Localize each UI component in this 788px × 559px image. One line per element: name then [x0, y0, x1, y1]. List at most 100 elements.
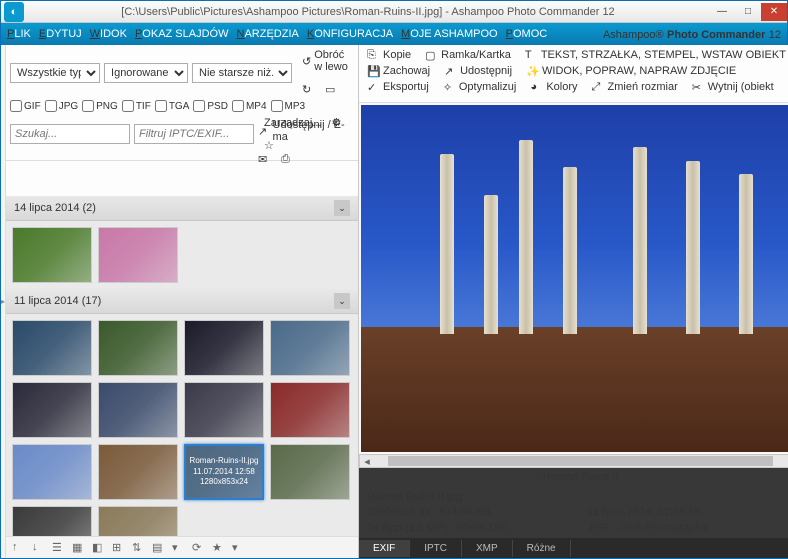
- format-gif-checkbox[interactable]: GIF: [10, 100, 41, 112]
- resize-button[interactable]: ⤢Zmień rozmiar: [592, 81, 678, 93]
- age-filter-select[interactable]: Nie starsze niż...: [192, 63, 292, 83]
- menu-pokaz slajdów[interactable]: POKAZ SLAJDÓW: [135, 28, 229, 40]
- preview-scrollbar[interactable]: ◂ ▸: [359, 454, 788, 468]
- menu-moje ashampoo[interactable]: MOJE ASHAMPOO: [401, 28, 498, 40]
- share-email-button[interactable]: ↗Udostępnij / E-ma: [258, 119, 350, 143]
- print-icon[interactable]: ⎙: [281, 153, 294, 166]
- minimize-button[interactable]: —: [709, 3, 735, 21]
- share2-icon: ↗: [444, 65, 456, 77]
- brand-label: Ashampoo® Photo Commander 12: [603, 27, 781, 41]
- rotate-left-button[interactable]: ↺Obróć w lewo: [302, 49, 354, 73]
- column-shape: [633, 147, 647, 334]
- text-icon: T: [525, 49, 537, 61]
- crop-button[interactable]: ✂Wytnij (obiekt: [692, 81, 774, 93]
- nav-down-icon[interactable]: ↓: [32, 541, 46, 555]
- thumbnail[interactable]: Roman-Ruins-II.jpg11.07.2014 12:581280x8…: [184, 444, 264, 500]
- resize-icon: ⤢: [592, 81, 604, 93]
- thumbnail[interactable]: [270, 320, 350, 376]
- menu-widok[interactable]: WIDOK: [90, 28, 127, 40]
- group-icon[interactable]: ▤: [152, 541, 166, 555]
- fav-icon[interactable]: ★: [212, 541, 226, 555]
- menu-narzędzia[interactable]: NARZĘDZIA: [236, 28, 298, 40]
- optimize-icon: ✧: [443, 81, 455, 93]
- view-fix-button[interactable]: ✨WIDOK, POPRAW, NAPRAW ZDJĘCIE: [526, 65, 736, 77]
- tab-xmp[interactable]: XMP: [462, 540, 513, 557]
- thumbnail[interactable]: [12, 382, 92, 438]
- slider-icon[interactable]: ◧: [92, 541, 106, 555]
- thumbnail[interactable]: [12, 444, 92, 500]
- group-title: 11 lipca 2014 (17): [14, 295, 101, 307]
- format-png-checkbox[interactable]: PNG: [82, 100, 118, 112]
- thumbnail[interactable]: [184, 320, 264, 376]
- preview-wall: [361, 327, 788, 452]
- tab-misc[interactable]: Różne: [513, 540, 571, 557]
- format-tif-checkbox[interactable]: TIF: [122, 100, 151, 112]
- ignore-filter-select[interactable]: Ignorowane: [104, 63, 188, 83]
- tab-iptc[interactable]: IPTC: [410, 540, 462, 557]
- column-shape: [739, 174, 753, 334]
- thumbnail[interactable]: [98, 382, 178, 438]
- thumbnail[interactable]: [98, 444, 178, 500]
- menu-edytuj[interactable]: EDYTUJ: [39, 28, 82, 40]
- format-tga-checkbox[interactable]: TGA: [155, 100, 190, 112]
- group-header-1[interactable]: 14 lipca 2014 (2) ⌄: [6, 196, 358, 221]
- menu-plik[interactable]: PLIK: [7, 28, 31, 40]
- export-icon: ✓: [367, 81, 379, 93]
- menu-pomoc[interactable]: POMOC: [506, 28, 548, 40]
- collapse-icon[interactable]: ⌄: [334, 293, 350, 309]
- wand-icon: ✨: [526, 65, 538, 77]
- view-grid-icon[interactable]: ▦: [72, 541, 86, 555]
- type-filter-select[interactable]: Wszystkie typy: [10, 63, 100, 83]
- close-button[interactable]: ✕: [761, 3, 787, 21]
- zoom-icon[interactable]: ⊞: [112, 541, 126, 555]
- format-mp4-checkbox[interactable]: MP4: [232, 100, 267, 112]
- nav-up-icon[interactable]: ↑: [12, 541, 26, 555]
- thumbnail[interactable]: [270, 444, 350, 500]
- refresh-icon[interactable]: ⟳: [192, 541, 206, 555]
- share-button[interactable]: ↗Udostępnij: [444, 65, 512, 77]
- tab-exif[interactable]: EXIF: [359, 540, 410, 557]
- thumbnail[interactable]: [12, 320, 92, 376]
- export-button[interactable]: ✓Eksportuj: [367, 81, 429, 93]
- menu-konfiguracja[interactable]: KONFIGURACJA: [307, 28, 393, 40]
- frame-icon: ▢: [425, 49, 437, 61]
- thumbnail[interactable]: [184, 382, 264, 438]
- maximize-button[interactable]: □: [735, 3, 761, 21]
- format-psd-checkbox[interactable]: PSD: [193, 100, 228, 112]
- sort-icon[interactable]: ⇅: [132, 541, 146, 555]
- thumbnail[interactable]: [98, 506, 178, 536]
- metadata-tabs: EXIF IPTC XMP Różne: [359, 538, 788, 558]
- thumbnail[interactable]: [98, 227, 178, 283]
- text-tools-button[interactable]: TTEKST, STRZAŁKA, STEMPEL, WSTAW OBIEKT: [525, 49, 786, 61]
- info-bar: Roman-Ruins-II.jpg 1280x853 px 674.54 KB…: [359, 486, 788, 538]
- colors-icon: ◕: [530, 81, 542, 93]
- crop-icon: ✂: [692, 81, 704, 93]
- format-mp3-checkbox[interactable]: MP3: [271, 100, 306, 112]
- collapse-icon[interactable]: ⌄: [334, 200, 350, 216]
- copy-button[interactable]: ⎘Kopie: [367, 49, 411, 61]
- group-header-2[interactable]: 11 lipca 2014 (17) ⌄: [6, 289, 358, 314]
- mail-icon[interactable]: ✉: [258, 153, 271, 166]
- column-shape: [484, 195, 498, 334]
- meta-col-1: Roman-Ruins-II.jpg 1280x853 px 674.54 KB…: [359, 486, 579, 538]
- frame-button[interactable]: ▢Ramka/Kartka: [425, 49, 511, 61]
- thumbnail[interactable]: [12, 506, 92, 536]
- rotate-right-icon[interactable]: ↻: [302, 83, 315, 96]
- image-preview[interactable]: [361, 105, 788, 452]
- save-button[interactable]: 💾Zachowaj: [367, 65, 430, 77]
- thumbnail[interactable]: [98, 320, 178, 376]
- titlebar: ◐ [C:\Users\Public\Pictures\Ashampoo Pic…: [1, 1, 787, 23]
- monitor-icon[interactable]: ▭: [325, 83, 338, 96]
- column-shape: [519, 140, 533, 334]
- format-jpg-checkbox[interactable]: JPG: [45, 100, 78, 112]
- browser-bottombar: ↑ ↓ ☰ ▦ ◧ ⊞ ⇅ ▤ ▾ ⟳ ★ ▾: [6, 536, 358, 558]
- more-icon[interactable]: ▾: [232, 541, 246, 555]
- view-list-icon[interactable]: ☰: [52, 541, 66, 555]
- column-shape: [440, 154, 454, 334]
- share-row: ↗Udostępnij / E-ma ✉ ⎙: [6, 115, 358, 170]
- filter-icon[interactable]: ▾: [172, 541, 186, 555]
- optimize-button[interactable]: ✧Optymalizuj: [443, 81, 516, 93]
- colors-button[interactable]: ◕Kolory: [530, 81, 577, 93]
- thumbnail[interactable]: [270, 382, 350, 438]
- thumbnail[interactable]: [12, 227, 92, 283]
